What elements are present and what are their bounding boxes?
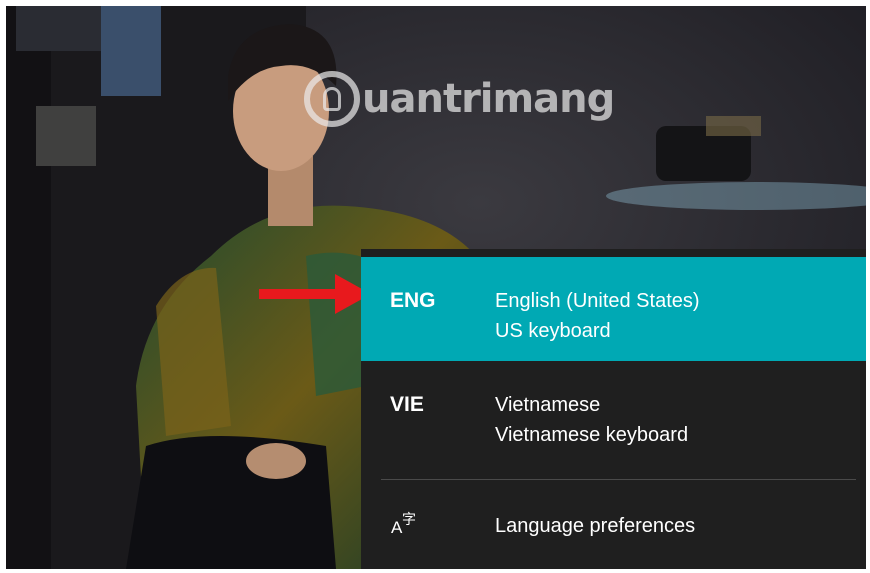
- language-code: ENG: [390, 289, 436, 312]
- language-name: English (United States): [495, 290, 700, 312]
- desktop-wallpaper: uantrimang ENG English (United States) U…: [6, 6, 866, 569]
- input-language-flyout: ENG English (United States) US keyboard …: [361, 249, 866, 569]
- divider: [381, 479, 856, 480]
- language-preferences-link[interactable]: A字 Language preferences: [361, 489, 866, 559]
- language-preferences-icon: A字: [391, 511, 416, 537]
- language-preferences-label: Language preferences: [495, 515, 696, 537]
- language-item-eng[interactable]: ENG English (United States) US keyboard: [361, 257, 866, 361]
- language-name: Vietnamese: [495, 394, 601, 416]
- keyboard-layout: US keyboard: [495, 320, 611, 342]
- language-code: VIE: [390, 393, 424, 416]
- keyboard-layout: Vietnamese keyboard: [495, 424, 689, 446]
- language-item-vie[interactable]: VIE Vietnamese Vietnamese keyboard: [361, 361, 866, 465]
- watermark: uantrimang: [304, 68, 615, 130]
- arrow-right-icon: [259, 274, 371, 314]
- watermark-text: uantrimang: [362, 76, 615, 122]
- lightbulb-icon: [304, 71, 360, 127]
